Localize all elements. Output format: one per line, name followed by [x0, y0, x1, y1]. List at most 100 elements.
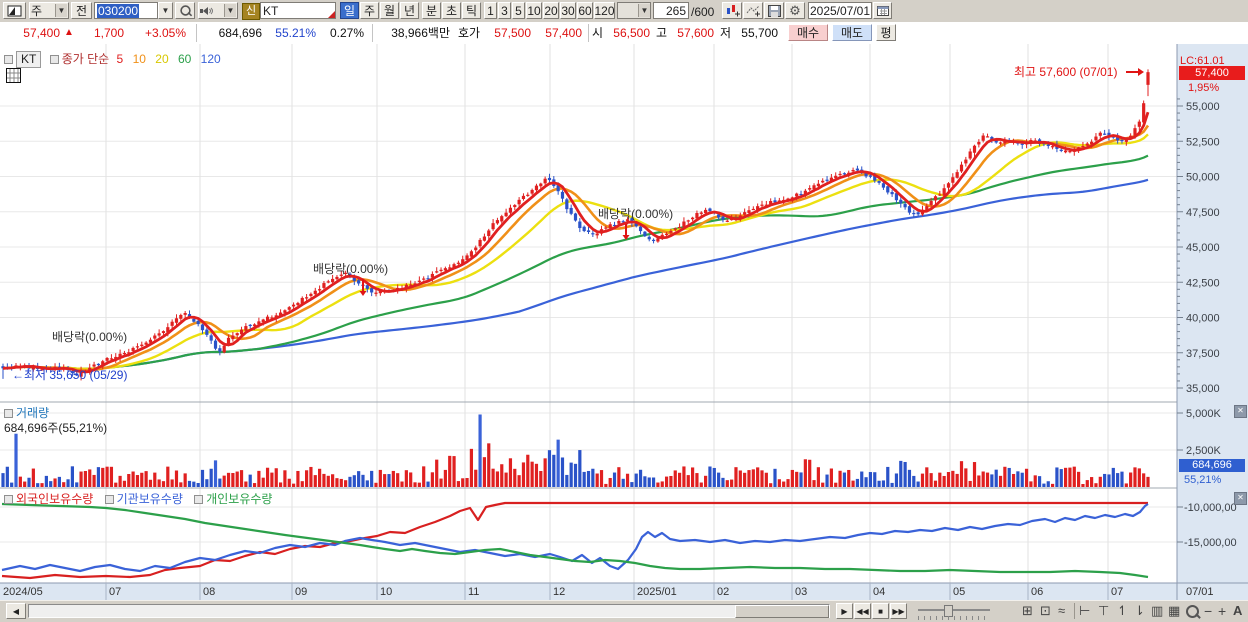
individual-holdings-label[interactable]: 개인보유수량: [206, 492, 272, 506]
code-dropdown[interactable]: ▼: [158, 2, 173, 19]
add-line-icon[interactable]: [743, 2, 763, 19]
period-month-button[interactable]: 월: [380, 2, 399, 19]
save-icon[interactable]: [764, 2, 784, 19]
prev-stock-button[interactable]: 전: [71, 2, 92, 19]
minute-60-button[interactable]: 60: [577, 2, 593, 19]
x-axis-row: [0, 583, 1248, 600]
calendar-icon[interactable]: [873, 2, 892, 19]
legend-type-label: 종가 단순: [61, 52, 110, 66]
left-scale-icon[interactable]: ⊢: [1079, 603, 1090, 619]
window-add-icon[interactable]: ⊞: [1022, 603, 1033, 619]
current-price: 57,400: [23, 26, 60, 40]
price-tick-label: 35,000: [1186, 383, 1220, 395]
chart-scrollbar[interactable]: [28, 604, 830, 618]
institution-holdings-label[interactable]: 기관보유수량: [117, 492, 183, 506]
candle-large-icon[interactable]: ⇂: [1134, 603, 1145, 619]
price-tick-label: 52,500: [1186, 136, 1220, 148]
window-cascade-icon[interactable]: ⊡: [1040, 603, 1051, 619]
ask-price: 57,500: [494, 26, 531, 40]
minute-20-button[interactable]: 20: [543, 2, 559, 19]
minute-10-button[interactable]: 10: [526, 2, 542, 19]
stock-name-field[interactable]: KT: [260, 2, 336, 19]
close-icon[interactable]: ✕: [1234, 405, 1247, 418]
current-change-pct: 1,95%: [1188, 82, 1220, 94]
scrollbar-thumb[interactable]: [735, 605, 829, 618]
minute-30-button[interactable]: 30: [560, 2, 576, 19]
minute-3-button[interactable]: 3: [498, 2, 511, 19]
stop-button[interactable]: ■: [872, 603, 889, 619]
rate-percent: 0.27%: [329, 26, 364, 40]
fast-forward-button[interactable]: ▶▶: [890, 603, 907, 619]
legend-symbol[interactable]: KT: [16, 51, 42, 68]
play-button[interactable]: ▶: [836, 603, 853, 619]
high-label: 고: [656, 26, 668, 40]
timeframe-combo[interactable]: 주 ▼: [29, 2, 69, 19]
minute-120-button[interactable]: 120: [594, 2, 615, 19]
sound-combo[interactable]: ▼: [198, 2, 238, 19]
volume-value-text: 684,696주(55,21%): [4, 421, 108, 435]
rewind-button[interactable]: ◀◀: [854, 603, 871, 619]
ma5-label[interactable]: 5: [117, 52, 124, 66]
timeframe-combo-value: 주: [31, 4, 43, 18]
cursor-tool-icon[interactable]: ▥: [1151, 603, 1163, 619]
top-scale-icon[interactable]: ⊤: [1098, 603, 1109, 619]
candle-small-icon[interactable]: ↿: [1117, 603, 1128, 619]
empty-combo[interactable]: ▼: [617, 2, 651, 19]
high-price: 57,600: [677, 26, 714, 40]
minute-1-button[interactable]: 1: [484, 2, 497, 19]
chart-legend: KT 종가 단순 5 10 20 60 120: [4, 50, 221, 68]
holdings-tick-label: -15,000,00: [1184, 537, 1237, 549]
ma20-label[interactable]: 20: [155, 52, 168, 66]
change-value: 1,700: [93, 26, 124, 40]
buy-button[interactable]: 매수: [788, 24, 828, 41]
quote-info-bar: 57,400 ▲ 1,700 +3.05% 684,696 55.21% 0.2…: [0, 22, 1248, 45]
period-second-button[interactable]: 초: [442, 2, 461, 19]
ma60-label[interactable]: 60: [178, 52, 191, 66]
bar-count-input[interactable]: 265: [653, 2, 689, 19]
close-icon[interactable]: ✕: [1234, 492, 1247, 505]
avg-button[interactable]: 평: [876, 24, 896, 41]
trendline-icon[interactable]: ≈: [1058, 603, 1065, 619]
add-candle-icon[interactable]: [722, 2, 742, 19]
chevron-down-icon[interactable]: ▼: [224, 4, 236, 17]
zoom-in-button[interactable]: +: [1218, 603, 1226, 619]
magnifier-icon[interactable]: [1186, 605, 1199, 621]
chevron-down-icon[interactable]: ▼: [55, 4, 67, 17]
chart-window-icon[interactable]: [3, 2, 26, 19]
volume-current-box: 684,696: [1179, 459, 1245, 472]
chevron-down-icon: ▼: [638, 4, 650, 17]
price-tick-label: 45,000: [1186, 242, 1220, 254]
font-button[interactable]: A: [1233, 603, 1242, 619]
legend-square-icon: [49, 55, 59, 65]
period-year-button[interactable]: 년: [400, 2, 419, 19]
chart-annotation: 최고 57,600 (07/01): [1014, 65, 1117, 79]
holdings-tick-label: -10,000,00: [1184, 502, 1237, 514]
zoom-out-button[interactable]: −: [1204, 603, 1212, 619]
ma120-label[interactable]: 120: [201, 52, 221, 66]
sell-button[interactable]: 매도: [832, 24, 872, 41]
volume-tick-label: 2,500K: [1186, 445, 1222, 457]
period-day-button[interactable]: 일: [340, 2, 359, 19]
search-button[interactable]: [175, 2, 195, 19]
date-input[interactable]: 2025/07/01: [808, 2, 872, 19]
speaker-icon: [200, 6, 213, 15]
chart-settings-icon[interactable]: ▦: [1168, 603, 1180, 619]
price-tick-label: 42,500: [1186, 277, 1220, 289]
main-chart[interactable]: 55,000 52,500 50,000 47,500 45,000 42,500 40,0…: [0, 44, 1248, 600]
code-input[interactable]: 030200: [94, 2, 158, 19]
foreign-holdings-label[interactable]: 외국인보유수량: [16, 492, 93, 506]
period-tick-button[interactable]: 틱: [462, 2, 481, 19]
gear-icon[interactable]: ⚙: [785, 2, 805, 19]
scroll-left-button[interactable]: ◀: [6, 603, 26, 619]
speed-slider[interactable]: [918, 605, 990, 620]
x-axis-label: 02: [717, 586, 729, 598]
chart-annotation: ←최저 35,650 (05/29): [12, 368, 127, 382]
grid-tool-icon[interactable]: [6, 68, 21, 86]
hoga-label: 호가: [458, 26, 481, 40]
minute-5-button[interactable]: 5: [512, 2, 525, 19]
period-minute-button[interactable]: 분: [422, 2, 441, 19]
ma10-label[interactable]: 10: [133, 52, 146, 66]
x-axis-label: 07: [1111, 586, 1123, 598]
period-week-button[interactable]: 주: [360, 2, 379, 19]
change-percent: +3.05%: [144, 26, 186, 40]
